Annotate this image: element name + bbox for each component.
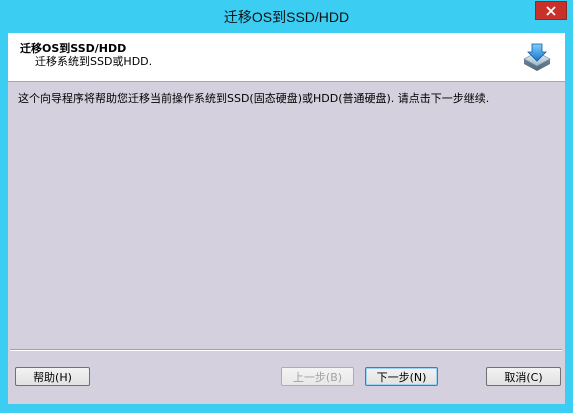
wizard-header: 迁移OS到SSD/HDD 迁移系统到SSD或HDD. [8, 33, 565, 82]
next-button[interactable]: 下一步(N) [365, 367, 438, 386]
close-icon [546, 5, 556, 16]
window-title: 迁移OS到SSD/HDD [223, 9, 350, 25]
close-button[interactable] [535, 1, 567, 20]
back-button[interactable]: 上一步(B) [281, 367, 354, 386]
help-button[interactable]: 帮助(H) [15, 367, 90, 386]
migrate-os-dialog: 迁移OS到SSD/HDD 迁移OS到SSD/HDD 迁移系统到SSD或HDD. [0, 0, 573, 413]
header-subtitle: 迁移系统到SSD或HDD. [35, 55, 153, 68]
dialog-body: 迁移OS到SSD/HDD 迁移系统到SSD或HDD. 这个向导程序将帮助您迁移当… [8, 33, 565, 404]
title-bar[interactable]: 迁移OS到SSD/HDD [0, 0, 573, 33]
wizard-description: 这个向导程序将帮助您迁移当前操作系统到SSD(固态硬盘)或HDD(普通硬盘). … [18, 92, 490, 105]
cancel-button[interactable]: 取消(C) [486, 367, 561, 386]
footer-divider [10, 349, 562, 351]
disk-migrate-icon [521, 42, 553, 74]
